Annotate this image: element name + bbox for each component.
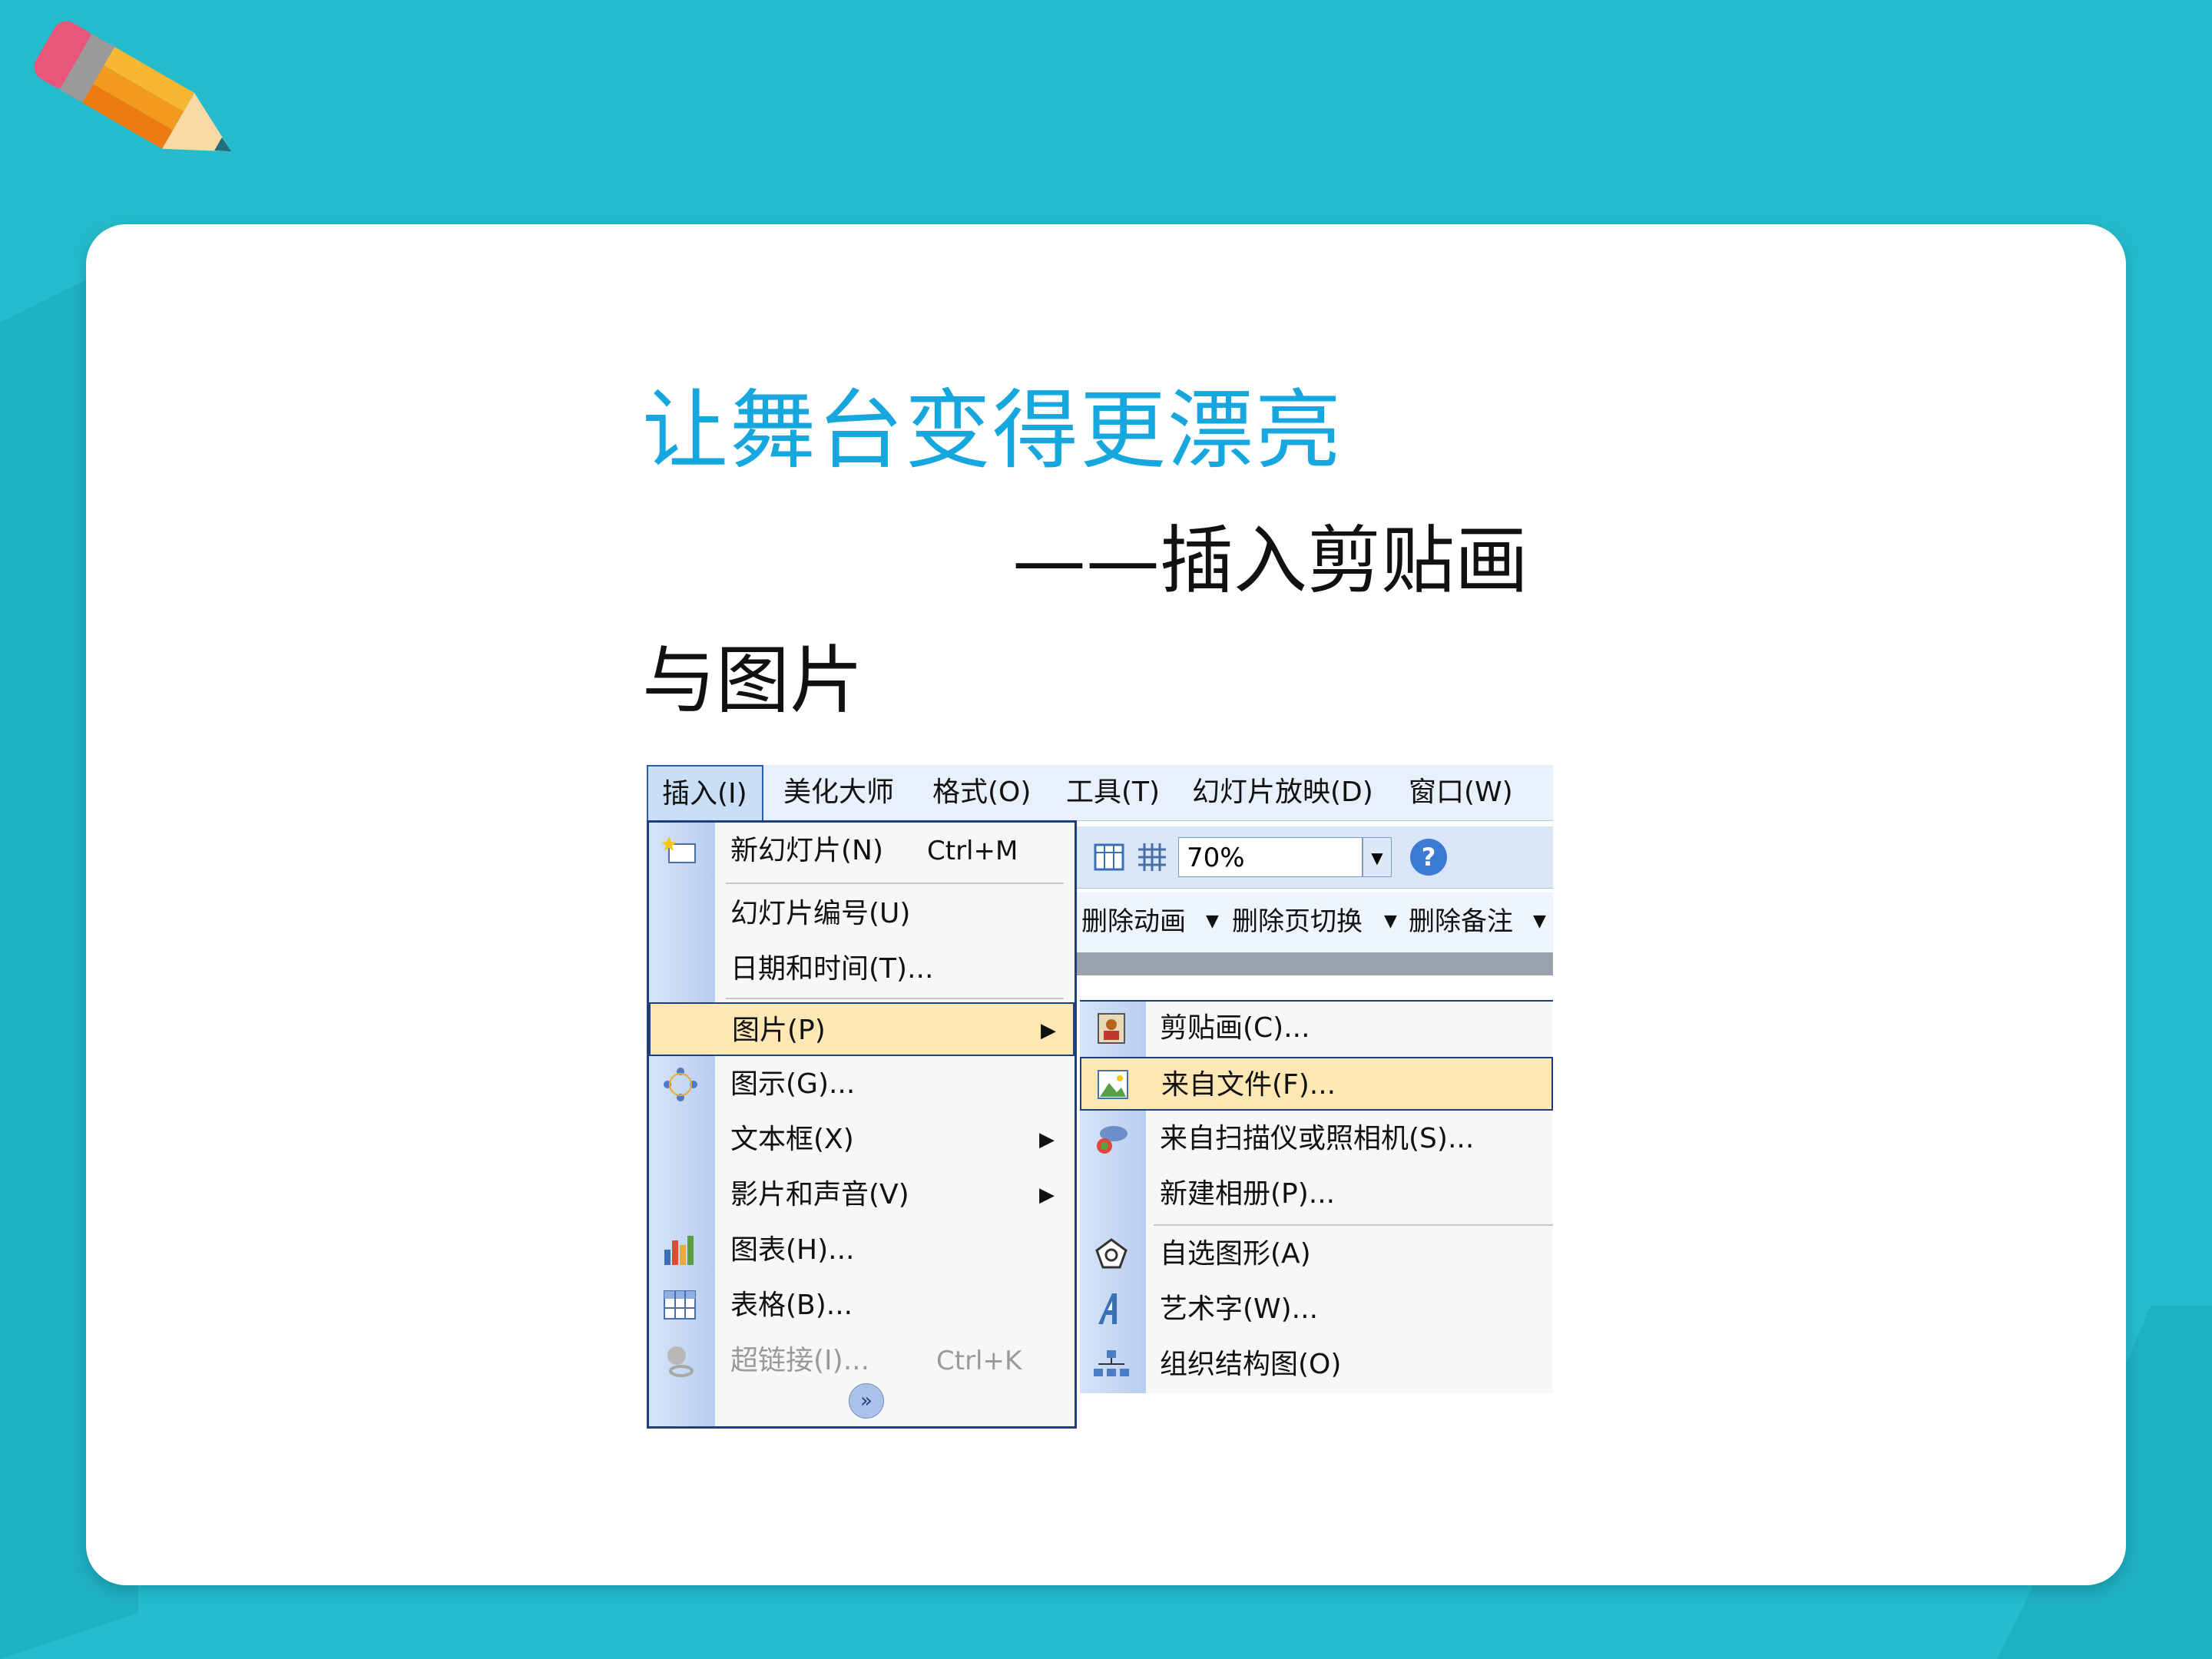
submenu-item-label: 组织结构图(O) <box>1160 1349 1342 1380</box>
clip-art-icon <box>1098 1013 1125 1044</box>
menu-item-textbox[interactable]: 文本框(X) ▶ <box>649 1113 1075 1167</box>
submenu-item-clip-art[interactable]: 剪贴画(C)... <box>1080 1002 1553 1055</box>
submenu-arrow-icon: ▶ <box>1039 1184 1055 1207</box>
menu-item-movies-sounds[interactable]: 影片和声音(V) ▶ <box>649 1168 1075 1222</box>
standard-toolbar: 70% ▼ ? <box>1077 826 1553 889</box>
table-icon[interactable] <box>1094 842 1124 873</box>
menu-item-slide-number[interactable]: 幻灯片编号(U) <box>649 887 1075 941</box>
submenu-item-from-file[interactable]: 来自文件(F)... <box>1080 1057 1553 1111</box>
table-icon <box>664 1290 696 1320</box>
diagram-icon <box>664 1068 697 1101</box>
menu-item-picture[interactable]: 图片(P) ▶ <box>649 1002 1075 1056</box>
menu-item-label: 图示(G)... <box>730 1068 856 1100</box>
menu-item-label: 图表(H)... <box>730 1234 855 1266</box>
menu-bar: 插入(I) 美化大师 格式(O) 工具(T) 幻灯片放映(D) 窗口(W) <box>647 765 1553 821</box>
chevron-down-icon: ▼ <box>1533 912 1546 931</box>
submenu-item-scanner[interactable]: 来自扫描仪或照相机(S)... <box>1080 1112 1553 1166</box>
menu-beautify[interactable]: 美化大师 <box>783 765 894 820</box>
help-icon[interactable]: ? <box>1410 839 1447 876</box>
delete-transition-button[interactable]: 删除页切换 <box>1232 899 1363 945</box>
submenu-arrow-icon: ▶ <box>1041 1019 1056 1042</box>
menu-item-label: 文本框(X) <box>730 1124 854 1155</box>
submenu-item-label: 艺术字(W)... <box>1160 1293 1319 1325</box>
wordart-icon <box>1098 1293 1117 1324</box>
menu-item-label: 日期和时间(T)... <box>730 953 934 985</box>
delete-animation-button[interactable]: 删除动画 <box>1081 899 1186 945</box>
chevron-down-icon: ▼ <box>1384 912 1397 931</box>
submenu-item-label: 剪贴画(C)... <box>1160 1012 1310 1044</box>
autoshapes-icon <box>1095 1238 1128 1269</box>
menu-tools[interactable]: 工具(T) <box>1066 765 1160 820</box>
org-chart-icon <box>1094 1350 1129 1376</box>
menu-separator <box>1154 1224 1553 1226</box>
submenu-item-autoshapes[interactable]: 自选图形(A) <box>1080 1227 1553 1281</box>
menu-item-label: 新幻灯片(N) <box>730 835 884 866</box>
menu-item-table[interactable]: 表格(B)... <box>649 1279 1075 1333</box>
picture-file-icon <box>1098 1070 1128 1099</box>
menu-item-new-slide[interactable]: 新幻灯片(N) Ctrl+M <box>649 824 1075 878</box>
menu-window[interactable]: 窗口(W) <box>1409 765 1513 820</box>
zoom-input[interactable]: 70% <box>1178 837 1363 877</box>
shortcut-label: Ctrl+K <box>936 1346 1022 1376</box>
menu-separator <box>726 882 1064 884</box>
menu-item-label: 影片和声音(V) <box>730 1179 909 1210</box>
pencil-icon <box>34 21 232 152</box>
menu-item-label: 幻灯片编号(U) <box>730 898 911 929</box>
submenu-item-label: 自选图形(A) <box>1160 1238 1311 1270</box>
grid-icon[interactable] <box>1137 842 1167 873</box>
menu-item-label: 表格(B)... <box>730 1290 853 1321</box>
submenu-item-new-album[interactable]: 新建相册(P)... <box>1080 1167 1553 1221</box>
slide-subtitle-line2: 与图片 <box>642 637 863 724</box>
menu-screenshot: 插入(I) 美化大师 格式(O) 工具(T) 幻灯片放映(D) 窗口(W) 70… <box>647 765 1553 1433</box>
menu-item-label: 超链接(I)... <box>730 1345 870 1376</box>
delete-notes-button[interactable]: 删除备注 <box>1409 899 1513 945</box>
chevron-down-icon: ▼ <box>1206 912 1219 931</box>
menu-insert[interactable]: 插入(I) <box>647 765 763 820</box>
menu-separator <box>726 998 1064 999</box>
hyperlink-icon <box>667 1346 694 1377</box>
scanner-camera-icon <box>1097 1126 1128 1154</box>
menu-item-chart[interactable]: 图表(H)... <box>649 1224 1075 1277</box>
submenu-item-label: 新建相册(P)... <box>1160 1178 1336 1210</box>
submenu-item-label: 来自文件(F)... <box>1161 1069 1336 1101</box>
submenu-item-label: 来自扫描仪或照相机(S)... <box>1160 1123 1475 1154</box>
menu-item-date-time[interactable]: 日期和时间(T)... <box>649 942 1075 996</box>
chart-icon <box>664 1236 694 1265</box>
menu-item-label: 图片(P) <box>732 1015 826 1046</box>
picture-submenu: 剪贴画(C)... 来自文件(F)... 来自扫描仪或照相机(S)... 新建相… <box>1080 1000 1553 1393</box>
slide-subtitle-line1: ——插入剪贴画 <box>1012 518 1528 604</box>
shortcut-label: Ctrl+M <box>927 836 1018 866</box>
menu-format[interactable]: 格式(O) <box>932 765 1031 820</box>
submenu-item-org-chart[interactable]: 组织结构图(O) <box>1080 1338 1553 1392</box>
submenu-item-wordart[interactable]: 艺术字(W)... <box>1080 1283 1553 1336</box>
menu-slideshow[interactable]: 幻灯片放映(D) <box>1192 765 1373 820</box>
zoom-dropdown-icon[interactable]: ▼ <box>1363 837 1392 877</box>
beautify-toolbar: 删除动画 ▼ 删除页切换 ▼ 删除备注 ▼ <box>1077 892 1553 952</box>
insert-menu: 新幻灯片(N) Ctrl+M 幻灯片编号(U) 日期和时间(T)... 图片(P… <box>647 820 1077 1429</box>
slide-area-strip <box>1077 952 1553 975</box>
submenu-arrow-icon: ▶ <box>1039 1128 1055 1151</box>
menu-item-hyperlink[interactable]: 超链接(I)... Ctrl+K <box>649 1334 1075 1388</box>
expand-more-icon[interactable]: » <box>849 1383 884 1419</box>
slide-title: 让舞台变得更漂亮 <box>642 381 1343 481</box>
menu-item-diagram[interactable]: 图示(G)... <box>649 1058 1075 1111</box>
new-slide-icon <box>661 836 696 863</box>
